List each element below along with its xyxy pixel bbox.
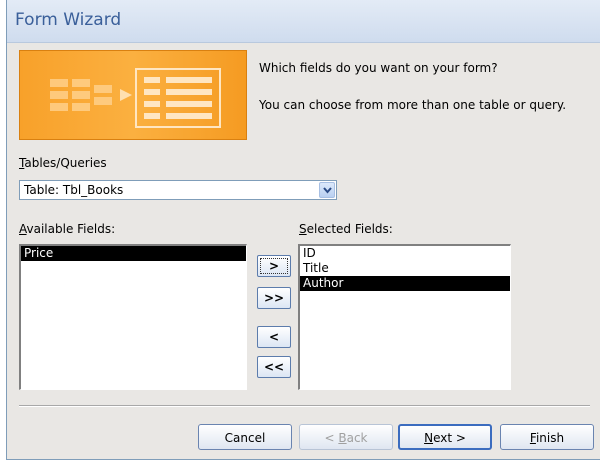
window-title: Form Wizard (15, 10, 122, 30)
list-item[interactable]: ID (300, 246, 510, 261)
chevron-down-icon (323, 187, 332, 194)
wizard-illustration (19, 50, 247, 140)
list-item[interactable]: Price (21, 246, 246, 261)
tables-queries-label: Tables/Queries (19, 156, 107, 170)
finish-button[interactable]: Finish (500, 424, 594, 450)
intro-hint: You can choose from more than one table … (259, 98, 567, 112)
remove-all-fields-button[interactable]: << (257, 356, 291, 378)
selected-fields-label: Selected Fields: (299, 222, 393, 236)
form-wizard-window: Form Wizard Which fields do you want on … (6, 0, 600, 460)
list-item[interactable]: Author (300, 276, 510, 291)
selected-fields-list[interactable]: ID Title Author (298, 244, 511, 390)
available-fields-list[interactable]: Price (19, 244, 247, 390)
dropdown-arrow-button[interactable] (319, 182, 335, 198)
footer-divider (19, 405, 590, 407)
cancel-button[interactable]: Cancel (198, 424, 292, 450)
title-bar[interactable]: Form Wizard (7, 0, 600, 43)
back-button[interactable]: < Back (299, 424, 393, 450)
add-all-fields-button[interactable]: >> (257, 287, 291, 309)
list-item[interactable]: Title (300, 261, 510, 276)
tables-queries-dropdown[interactable]: Table: Tbl_Books (19, 180, 337, 200)
remove-one-field-button[interactable]: < (257, 326, 291, 348)
add-one-field-button[interactable]: > (257, 255, 291, 277)
intro-question: Which fields do you want on your form? (259, 61, 498, 75)
available-fields-label: Available Fields: (19, 222, 116, 236)
tables-queries-value: Table: Tbl_Books (24, 183, 124, 197)
next-button[interactable]: Next > (398, 424, 492, 450)
